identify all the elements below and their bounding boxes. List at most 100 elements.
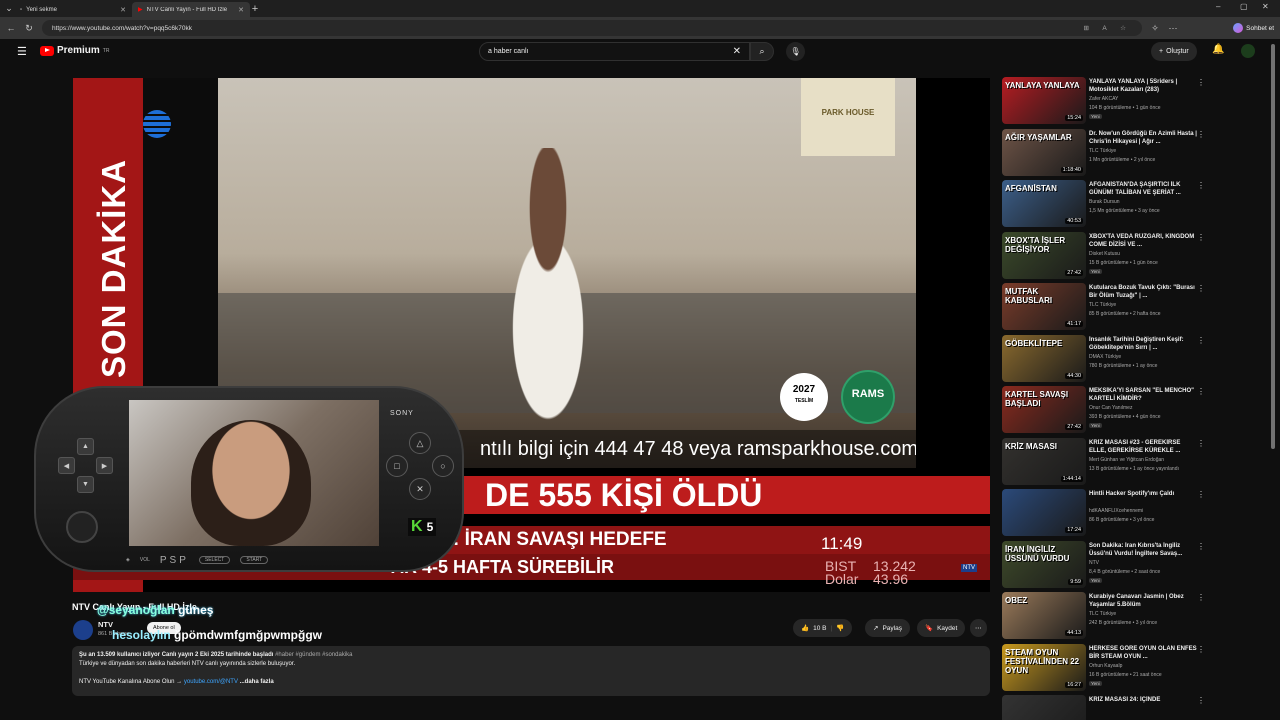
video-title[interactable]: İnsanlık Tarihini Değiştiren Keşif: Göbe… [1089,336,1197,352]
video-title[interactable]: Kutularca Bozuk Tavuk Çıktı: "Burası Bir… [1089,284,1197,300]
recommendation-item[interactable]: KRİZ MASASI 24: İÇİNDE ⋮ [1002,695,1205,720]
save-button[interactable]: 🔖 Kaydet [917,619,966,637]
clear-search-icon[interactable]: ✕ [733,46,741,57]
video-thumbnail[interactable]: KRİZ MASASI 1:44:14 [1002,437,1086,485]
more-vertical-icon[interactable]: ⋮ [1197,130,1205,139]
video-thumbnail[interactable]: İRAN İNGİLİZ ÜSSÜNÜ VURDU 9:59 [1002,540,1086,588]
hamburger-menu-icon[interactable]: ☰ [17,45,27,58]
channel-name[interactable]: TLC Türkiye [1089,302,1116,308]
recommendation-item[interactable]: GÖBEKLİTEPE 44:30 İnsanlık Tarihini Değişt… [1002,334,1205,385]
channel-name[interactable]: Zafer AKCAY [1089,96,1118,102]
minimize-icon[interactable]: – [1216,2,1220,11]
channel-name[interactable]: NTV [1089,560,1099,566]
recommendation-item[interactable]: 17:24 Hintli Hacker Spotify'ımı Çaldı hdKA… [1002,489,1205,539]
more-vertical-icon[interactable]: ⋮ [1197,181,1205,190]
channel-name[interactable]: hdKAANFLIXcehennemi [1089,508,1143,514]
more-vertical-icon[interactable]: ⋮ [1197,233,1205,242]
video-thumbnail[interactable]: MUTFAK KABUSLARI 41:17 [1002,283,1086,330]
voice-search-button[interactable]: 🎙 [786,42,805,61]
channel-avatar[interactable] [73,620,93,640]
channel-name[interactable]: Burak Dursun [1089,199,1120,205]
video-title[interactable]: XBOX'TA VEDA RÜZGARI, KINGDOM COME DİZİS… [1089,233,1197,249]
tab-new[interactable]: ▫ Yeni sekme ✕ [14,2,132,17]
more-vertical-icon[interactable]: ⋮ [1197,284,1205,293]
reload-icon[interactable]: ↻ [24,23,34,34]
video-title[interactable]: MEKSİKA'YI SARSAN "EL MENCHO" KARTELİ Kİ… [1089,387,1197,403]
page-scrollbar[interactable] [1271,44,1275,449]
channel-name[interactable]: TLC Türkiye [1089,611,1116,617]
channel-name[interactable]: Disket Kutusu [1089,251,1120,257]
recommendation-item[interactable]: KRİZ MASASI 1:44:14 KRİZ MASASI #23 - GERE… [1002,437,1205,488]
extensions-icon[interactable]: ✧ [1150,23,1160,34]
desc-tags[interactable]: #haber #gündem #sondakika [275,652,352,658]
video-description[interactable]: Şu an 13.509 kullanıcı izliyor Canlı yay… [72,646,990,696]
recommendation-item[interactable]: İRAN İNGİLİZ ÜSSÜNÜ VURDU 9:59 Son Dakika:… [1002,540,1205,591]
url-field[interactable]: https://www.youtube.com/watch?v=pqq5c6k7… [42,20,1142,36]
more-vertical-icon[interactable]: ⋮ [1197,78,1205,87]
more-vertical-icon[interactable]: ⋮ [1197,542,1205,551]
recommendation-item[interactable]: YANLAYA YANLAYA 15:24 YANLAYA YANLAYA | 5S… [1002,77,1205,127]
more-icon[interactable]: ⋯ [1168,23,1178,34]
url-actions-icons[interactable]: ⊞ A ☆ [1083,24,1132,32]
video-thumbnail[interactable]: GÖBEKLİTEPE 44:30 [1002,334,1086,382]
recommendation-item[interactable]: KARTEL SAVAŞI BAŞLADI 27:42 MEKSİKA'YI SAR… [1002,386,1205,436]
more-vertical-icon[interactable]: ⋮ [1197,696,1205,705]
video-thumbnail[interactable]: YANLAYA YANLAYA 15:24 [1002,77,1086,124]
video-title[interactable]: HERKESE GÖRE OYUN OLAN ENFES BİR STEAM O… [1089,645,1197,661]
video-thumbnail[interactable]: KARTEL SAVAŞI BAŞLADI 27:42 [1002,386,1086,433]
video-title[interactable]: Hintli Hacker Spotify'ımı Çaldı [1089,490,1197,498]
search-input[interactable]: a haber canlı ✕ [479,42,750,61]
video-thumbnail[interactable]: XBOX'TA İŞLER DEĞİŞİYOR 27:42 [1002,231,1086,279]
video-title[interactable]: AFGANİSTAN'DA ŞAŞIRTICI İLK GÜNÜM! TALİB… [1089,181,1197,197]
tab-list-icon[interactable]: ⌄ [4,3,14,14]
youtube-logo[interactable]: Premium TR [40,45,109,56]
recommendation-item[interactable]: STEAM OYUN FESTİVALİNDEN 22 OYUN 16:27 HER… [1002,643,1205,694]
show-more-link[interactable]: ...daha fazla [240,679,274,685]
recommendation-item[interactable]: OBEZ 44:13 Kurabiye Canavarı Jasmin | Obez… [1002,592,1205,642]
video-thumbnail[interactable]: OBEZ 44:13 [1002,592,1086,639]
more-vertical-icon[interactable]: ⋮ [1197,593,1205,602]
more-vertical-icon[interactable]: ⋮ [1197,387,1205,396]
close-window-icon[interactable]: ✕ [1262,2,1269,11]
video-title[interactable]: Kurabiye Canavarı Jasmin | Obez Yaşamlar… [1089,593,1197,609]
recommendation-item[interactable]: AĞIR YAŞAMLAR 1:18:40 Dr. Now'un Gördüğü E… [1002,128,1205,179]
create-button[interactable]: + Oluştur [1151,42,1197,61]
more-vertical-icon[interactable]: ⋮ [1197,439,1205,448]
like-button[interactable]: 👍 10 B | 👎 [793,619,853,637]
channel-name[interactable]: Mert Günhan ve Yiğitcan Erdoğan [1089,457,1164,463]
channel-name[interactable]: Onur Can Yanılmez [1089,405,1132,411]
more-vertical-icon[interactable]: ⋮ [1197,645,1205,654]
channel-name[interactable]: NTV [98,620,113,629]
video-thumbnail[interactable]: STEAM OYUN FESTİVALİNDEN 22 OYUN 16:27 [1002,643,1086,691]
share-button[interactable]: ↗ Paylaş [865,619,910,637]
more-actions-button[interactable]: ⋯ [970,619,987,637]
recommendation-item[interactable]: MUTFAK KABUSLARI 41:17 Kutularca Bozuk Tav… [1002,283,1205,333]
more-vertical-icon[interactable]: ⋮ [1197,490,1205,499]
desc-channel-link[interactable]: youtube.com/@NTV [184,679,238,685]
search-button[interactable]: ⌕ [750,42,774,61]
video-thumbnail[interactable]: 17:24 [1002,489,1086,536]
maximize-icon[interactable]: ▢ [1240,2,1248,11]
back-icon[interactable]: ← [6,23,16,33]
thumbs-down-icon[interactable]: 👎 [836,624,844,632]
video-title[interactable]: YANLAYA YANLAYA | 5Sriders | Motosiklet … [1089,78,1197,94]
new-tab-icon[interactable]: + [250,3,260,15]
channel-name[interactable]: TLC Türkiye [1089,148,1116,154]
notifications-bell-icon[interactable]: 🔔 [1212,44,1224,55]
video-thumbnail[interactable] [1002,695,1086,720]
close-tab-icon[interactable]: ✕ [120,6,126,14]
recommendation-item[interactable]: AFGANİSTAN 40:53 AFGANİSTAN'DA ŞAŞIRTICI İ… [1002,180,1205,230]
more-vertical-icon[interactable]: ⋮ [1197,336,1205,345]
video-thumbnail[interactable]: AFGANİSTAN 40:53 [1002,180,1086,227]
channel-name[interactable]: DMAX Türkiye [1089,354,1121,360]
chat-button[interactable]: Sohbet et [1233,23,1274,33]
video-title[interactable]: Son Dakika: İran Kıbrıs'ta İngiliz Üssü'… [1089,542,1197,558]
tab-ntv[interactable]: ▶ NTV Canlı Yayın - Full HD İzle ✕ [132,2,250,17]
video-title[interactable]: Dr. Now'un Gördüğü En Azimli Hasta | Chr… [1089,130,1197,146]
video-title[interactable]: KRİZ MASASI #23 - GEREKİRSE ELLE, GEREKİ… [1089,439,1197,455]
recommendation-item[interactable]: XBOX'TA İŞLER DEĞİŞİYOR 27:42 XBOX'TA VEDA… [1002,231,1205,282]
close-tab-icon[interactable]: ✕ [238,6,244,14]
video-title[interactable]: KRİZ MASASI 24: İÇİNDE [1089,696,1197,704]
channel-name[interactable]: Orhun Kayaalp [1089,663,1122,669]
account-avatar[interactable] [1241,44,1255,58]
